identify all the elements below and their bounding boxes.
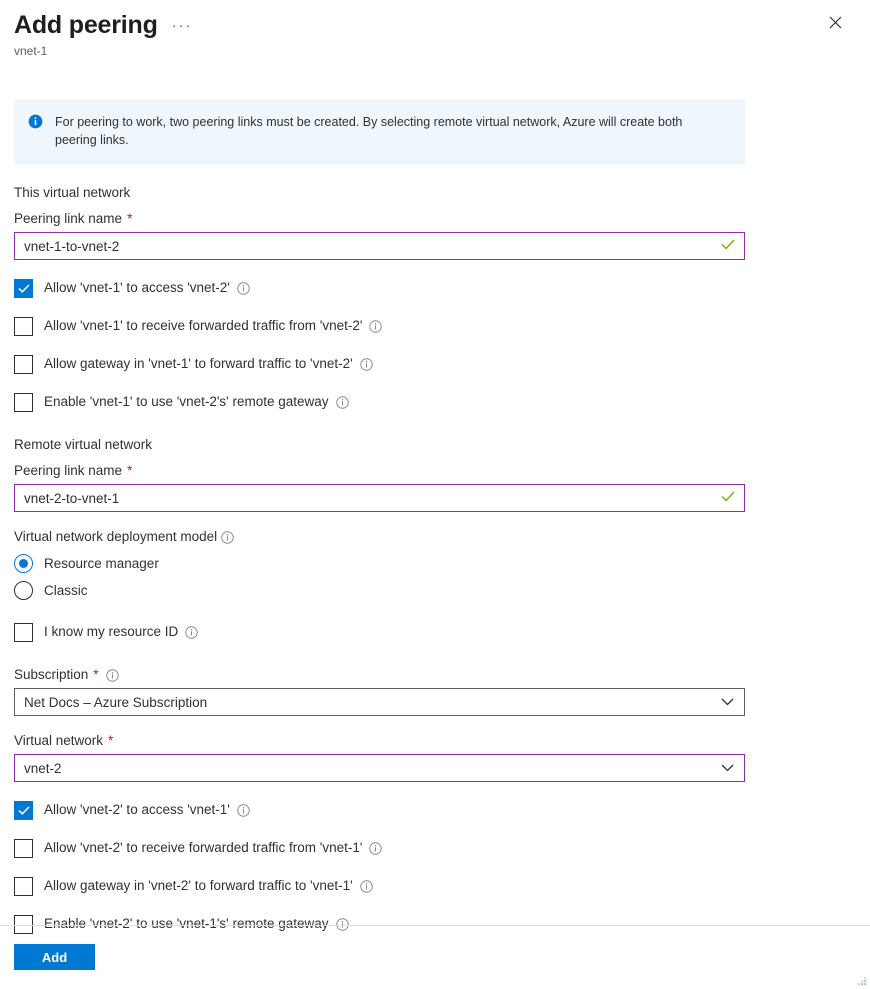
resource-id-checkbox-label: I know my resource ID	[44, 623, 199, 641]
local-checkbox-label-1: Allow 'vnet-1' to receive forwarded traf…	[44, 317, 383, 335]
subscription-select[interactable]: Net Docs – Azure Subscription	[14, 688, 745, 716]
checkbox-text: Allow 'vnet-2' to receive forwarded traf…	[44, 840, 363, 855]
label-text: Subscription	[14, 667, 89, 682]
local-peering-link-name-input[interactable]	[15, 233, 744, 259]
deployment-model-option-resource-manager[interactable]: Resource manager	[14, 553, 745, 573]
checkbox-text: I know my resource ID	[44, 624, 179, 639]
checkbox-text: Enable 'vnet-1' to use 'vnet-2's' remote…	[44, 394, 329, 409]
checkbox-text: Allow 'vnet-2' to access 'vnet-1'	[44, 802, 230, 817]
checkbox-text: Allow 'vnet-1' to receive forwarded traf…	[44, 318, 363, 333]
virtual-network-value: vnet-2	[24, 760, 62, 776]
local-section-heading: This virtual network	[14, 185, 131, 200]
checkbox-text: Allow gateway in 'vnet-2' to forward tra…	[44, 878, 353, 893]
label-text: Virtual network	[14, 733, 104, 748]
remote-checkbox-1[interactable]	[14, 838, 33, 858]
add-button[interactable]: Add	[14, 944, 95, 970]
info-icon[interactable]	[369, 841, 383, 855]
close-icon[interactable]	[824, 11, 846, 33]
subscription-value: Net Docs – Azure Subscription	[24, 694, 208, 710]
remote-checkbox-label-3: Enable 'vnet-2' to use 'vnet-1's' remote…	[44, 915, 349, 933]
local-checkbox-3[interactable]	[14, 392, 33, 412]
info-icon[interactable]	[335, 917, 349, 931]
info-icon[interactable]	[359, 357, 373, 371]
subscription-label: Subscription *	[14, 666, 745, 684]
radio-label-resource-manager: Resource manager	[44, 555, 159, 571]
info-icon[interactable]	[237, 803, 250, 817]
remote-checkbox-label-1: Allow 'vnet-2' to receive forwarded traf…	[44, 839, 383, 857]
remote-checkbox-row-1[interactable]: Allow 'vnet-2' to receive forwarded traf…	[14, 838, 745, 858]
info-icon[interactable]	[335, 395, 349, 409]
radio-classic[interactable]	[14, 580, 33, 600]
info-icon[interactable]	[359, 879, 373, 893]
local-checkbox-row-0[interactable]: Allow 'vnet-1' to access 'vnet-2'	[14, 278, 745, 298]
label-text: Peering link name	[14, 463, 123, 478]
required-marker: *	[127, 463, 133, 478]
info-banner: For peering to work, two peering links m…	[14, 99, 745, 165]
info-banner-text: For peering to work, two peering links m…	[55, 115, 683, 147]
remote-checkbox-0[interactable]	[14, 800, 33, 820]
virtual-network-select[interactable]: vnet-2	[14, 754, 745, 782]
label-text: Peering link name	[14, 211, 123, 226]
chevron-down-icon[interactable]	[721, 764, 734, 772]
local-checkbox-row-3[interactable]: Enable 'vnet-1' to use 'vnet-2's' remote…	[14, 392, 745, 412]
page-subtitle: vnet-1	[14, 44, 48, 58]
radio-resource-manager[interactable]	[14, 553, 33, 573]
deployment-model-option-classic[interactable]: Classic	[14, 580, 745, 600]
info-icon[interactable]	[105, 668, 119, 682]
required-marker: *	[93, 667, 99, 682]
local-checkbox-2[interactable]	[14, 354, 33, 374]
remote-peering-link-name-input[interactable]	[15, 485, 744, 511]
remote-peering-link-name-label: Peering link name *	[14, 462, 745, 480]
info-icon[interactable]	[221, 530, 234, 544]
local-checkbox-label-2: Allow gateway in 'vnet-1' to forward tra…	[44, 355, 373, 373]
blade-header: Add peering ··· vnet-1	[0, 0, 870, 59]
label-text: Virtual network deployment model	[14, 529, 218, 544]
remote-checkbox-2[interactable]	[14, 876, 33, 896]
info-icon[interactable]	[369, 319, 383, 333]
remote-checkbox-3[interactable]	[14, 914, 33, 934]
remote-checkbox-row-2[interactable]: Allow gateway in 'vnet-2' to forward tra…	[14, 876, 745, 896]
radio-dot	[19, 558, 28, 568]
local-checkbox-1[interactable]	[14, 316, 33, 336]
remote-checkbox-row-3[interactable]: Enable 'vnet-2' to use 'vnet-1's' remote…	[14, 914, 745, 934]
required-marker: *	[127, 211, 133, 226]
checkbox-text: Allow gateway in 'vnet-1' to forward tra…	[44, 356, 353, 371]
checkbox-text: Allow 'vnet-1' to access 'vnet-2'	[44, 280, 230, 295]
radio-label-classic: Classic	[44, 582, 88, 598]
local-checkbox-label-3: Enable 'vnet-1' to use 'vnet-2's' remote…	[44, 393, 349, 411]
local-peering-link-name-label: Peering link name *	[14, 210, 745, 228]
more-options-icon[interactable]: ···	[172, 18, 193, 33]
local-checkbox-row-1[interactable]: Allow 'vnet-1' to receive forwarded traf…	[14, 316, 745, 336]
checkbox-text: Enable 'vnet-2' to use 'vnet-1's' remote…	[44, 916, 329, 931]
local-checkbox-row-2[interactable]: Allow gateway in 'vnet-1' to forward tra…	[14, 354, 745, 374]
remote-checkbox-label-2: Allow gateway in 'vnet-2' to forward tra…	[44, 877, 373, 895]
footer-divider	[0, 925, 870, 926]
remote-checkbox-row-0[interactable]: Allow 'vnet-2' to access 'vnet-1'	[14, 800, 745, 820]
resource-id-checkbox-row[interactable]: I know my resource ID	[14, 622, 745, 642]
virtual-network-label: Virtual network *	[14, 732, 745, 750]
page-title: Add peering	[14, 11, 158, 39]
resource-id-checkbox[interactable]	[14, 622, 33, 642]
remote-peering-link-name-field[interactable]	[14, 484, 745, 512]
info-circle-filled-icon	[28, 114, 43, 134]
remote-section-heading: Remote virtual network	[14, 437, 153, 452]
local-checkbox-0[interactable]	[14, 278, 33, 298]
required-marker: *	[108, 733, 114, 748]
remote-checkbox-label-0: Allow 'vnet-2' to access 'vnet-1'	[44, 801, 250, 819]
chevron-down-icon[interactable]	[721, 698, 734, 706]
info-icon[interactable]	[185, 625, 199, 639]
local-peering-link-name-field[interactable]	[14, 232, 745, 260]
deployment-model-label: Virtual network deployment model	[14, 528, 745, 546]
info-icon[interactable]	[237, 281, 250, 295]
local-checkbox-label-0: Allow 'vnet-1' to access 'vnet-2'	[44, 279, 250, 297]
add-peering-blade: Add peering ··· vnet-1 For peering to wo…	[0, 0, 870, 989]
peering-form: This virtual network Peering link name *…	[14, 184, 745, 934]
resize-grip[interactable]	[852, 971, 868, 987]
